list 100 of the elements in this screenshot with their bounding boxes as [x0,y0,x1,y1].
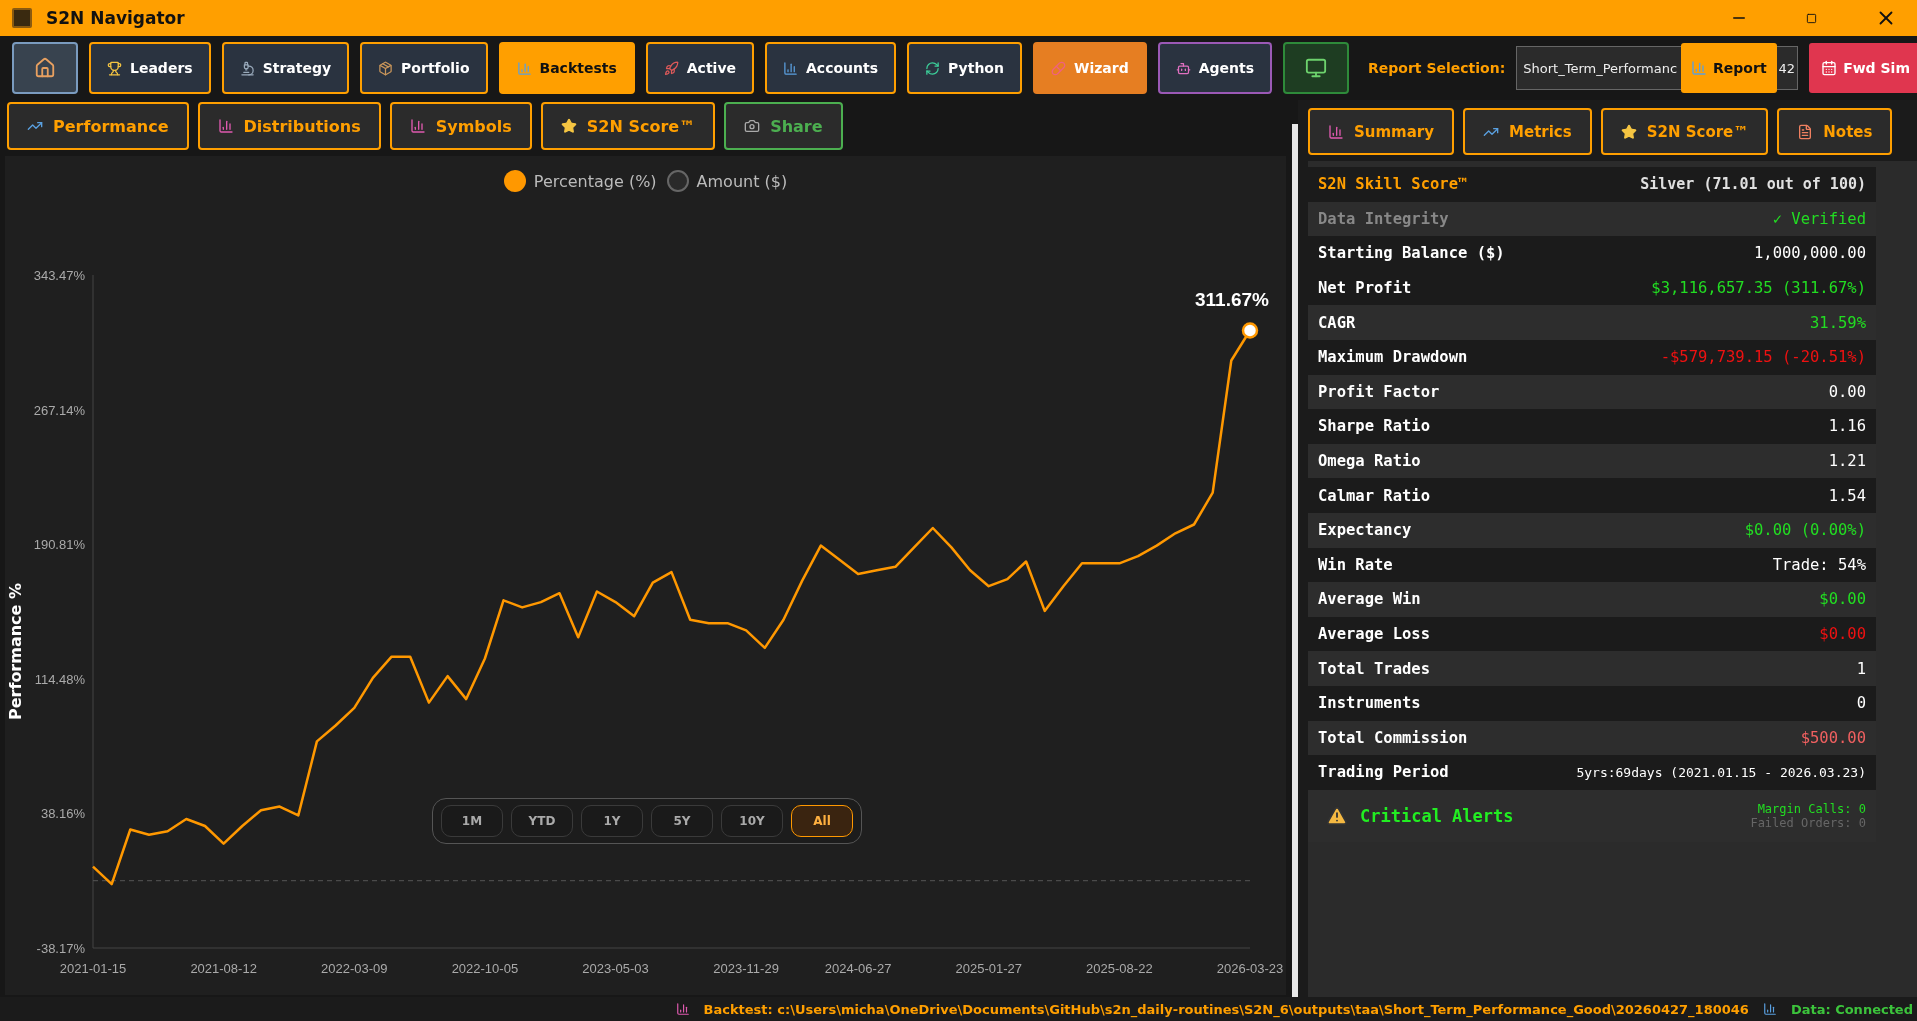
metric-label: Maximum Drawdown [1318,348,1468,367]
range-button[interactable]: All [791,805,853,837]
metric-label: CAGR [1318,313,1356,332]
window-title: S2N Navigator [46,8,185,28]
metric-label: Trading Period [1318,763,1449,782]
metric-label: Net Profit [1318,279,1412,298]
bar-chart-icon [516,60,532,76]
report-dropdown-text: 42 [1776,46,1799,90]
metric-value: 0 [1856,694,1866,713]
y-tick-label: 343.47% [33,268,85,283]
nav-icon-button[interactable] [12,42,78,94]
metric-value: $500.00 [1800,728,1866,747]
y-tick-label: 190.81% [33,537,85,553]
trophy-icon [107,60,122,76]
chart-tab[interactable]: Symbols [389,102,532,150]
metric-value: $0.00 (0.00%) [1744,521,1866,540]
metric-value: 1.16 [1828,417,1866,436]
metric-label: Data Integrity [1318,209,1449,228]
nav-button[interactable]: Accounts [765,42,897,94]
summary-tab[interactable]: S2N Score™ [1600,108,1769,155]
metric-value: Silver (71.01 out of 100) [1640,175,1866,194]
microscope-icon [239,60,255,76]
nav-button[interactable]: Active [645,42,755,94]
nav-button[interactable]: Backtests [498,42,635,94]
summary-tab[interactable]: Notes [1777,108,1893,155]
range-button[interactable]: YTD [511,805,573,837]
radio-label: Percentage (%) [533,171,657,191]
range-button[interactable]: 5Y [651,805,713,837]
metric-label: Calmar Ratio [1318,486,1430,505]
metric-value: Trade: 54% [1772,555,1866,574]
bar-chart-icon [1691,60,1708,76]
calendar-icon [1821,60,1838,76]
x-tick-label: 2022-10-05 [451,961,519,976]
y-tick-label: 114.48% [34,671,85,687]
pill-icon [1050,60,1066,76]
y-tick-label: 38.16% [40,806,85,822]
nav-button[interactable]: Portfolio [360,42,488,94]
app-logo-icon [12,8,32,28]
refresh-icon [925,60,941,76]
radio-dot-icon[interactable] [503,170,526,192]
star-icon [560,118,577,134]
bar-chart-icon [675,1002,690,1016]
chart-tab[interactable]: Share [724,102,843,150]
backtest-path-text: Backtest: c:\Users\micha\OneDrive\Documents\GitHub\s2n_daily-routines\S2N_6\outputs\taa\Short_Term_Performance_Good\20260427_180046 [703,1001,1749,1017]
metric-label: Average Win [1318,590,1421,609]
warning-icon [1326,804,1348,827]
chart-tab[interactable]: S2N Score™ [540,102,716,150]
metric-label: Profit Factor [1318,382,1440,401]
nav-icon-button[interactable] [1283,42,1350,94]
mode-radio[interactable]: Amount ($) [666,164,788,198]
camera-icon [744,118,761,134]
range-button[interactable]: 1M [441,805,503,837]
metric-label: Win Rate [1318,555,1393,574]
metric-value: 1.21 [1828,452,1866,471]
package-icon [378,60,394,76]
chart-tab[interactable]: Distributions [197,102,381,150]
radio-dot-icon[interactable] [666,170,689,192]
robot-icon [1175,60,1191,76]
metric-label: Expectancy [1318,521,1412,540]
failed-orders-text: Failed Orders: 0 [1750,815,1866,830]
nav-button[interactable]: Agents [1157,42,1273,94]
metric-value: $0.00 [1819,590,1866,609]
y-tick-label: -38.17% [36,941,85,956]
metric-value: $0.00 [1819,625,1866,643]
metric-label: Total Trades [1318,659,1430,678]
alerts-title: Critical Alerts [1360,805,1514,826]
monitor-icon [1305,57,1328,79]
y-tick-label: 267.14% [33,402,85,418]
range-button[interactable]: 10Y [721,805,783,837]
metric-label: Omega Ratio [1318,452,1421,471]
nav-button[interactable]: Strategy [221,42,350,94]
x-tick-label: 2024-06-27 [824,961,892,976]
summary-tab[interactable]: Summary [1308,108,1455,155]
metric-label: Total Commission [1318,728,1468,747]
chart-tab[interactable]: Performance [7,102,189,150]
metric-label: Starting Balance ($) [1318,244,1505,263]
x-tick-label: 2021-08-12 [190,961,257,976]
metric-value: 1,000,000.00 [1754,244,1866,263]
y-axis-title: Performance % [6,582,25,721]
forward-sim-button[interactable]: Fwd Sim [1809,43,1917,93]
x-tick-label: 2025-08-22 [1086,961,1153,976]
report-dropdown[interactable]: Short_Term_Performanc [1516,46,1682,90]
report-button[interactable]: Report [1681,43,1777,93]
x-tick-label: 2025-01-27 [955,961,1022,976]
x-tick-label: 2023-05-03 [582,961,649,976]
nav-button[interactable]: Python [907,42,1022,94]
maximize-icon[interactable] [1806,12,1817,24]
bar-chart-icon [217,118,234,134]
metric-value: ✓ Verified [1772,209,1866,228]
bar-chart-icon [1762,1002,1777,1016]
bar-chart-icon [1328,123,1344,140]
x-tick-label: 2022-03-09 [321,961,388,976]
home-icon [34,57,56,79]
summary-tab[interactable]: Metrics [1463,108,1592,155]
mode-radio[interactable]: Percentage (%) [503,164,657,198]
margin-calls-text: Margin Calls: 0 [1757,801,1866,816]
range-button[interactable]: 1Y [581,805,643,837]
document-icon [1797,123,1814,140]
metric-label: S2N Skill Score™ [1318,175,1468,194]
nav-button[interactable]: Leaders [89,42,211,94]
